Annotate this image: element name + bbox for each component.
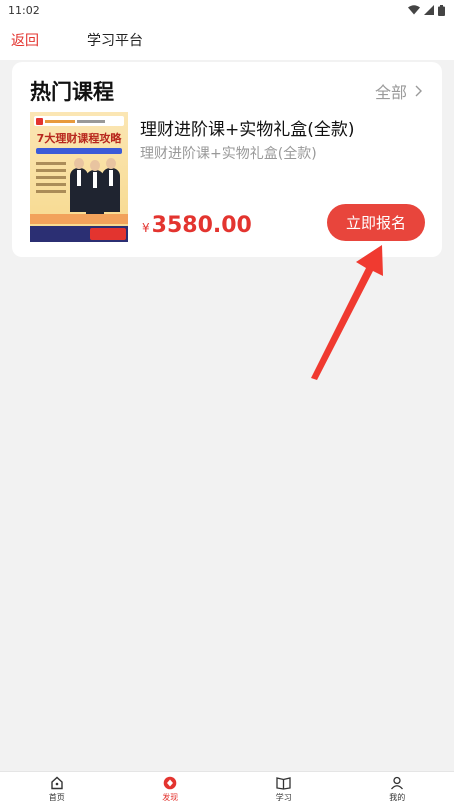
thumbnail-person xyxy=(102,158,120,212)
tab-label: 首页 xyxy=(48,793,65,802)
view-all-link[interactable]: 全部 xyxy=(375,79,422,103)
status-time: 11:02 xyxy=(8,3,40,17)
thumbnail-orange-strip xyxy=(30,214,128,224)
back-button[interactable]: 返回 xyxy=(11,30,39,50)
section-title: 热门课程 xyxy=(30,80,114,104)
tab-label: 学习 xyxy=(275,793,292,802)
course-thumbnail[interactable]: 7大理财课程攻略 xyxy=(30,112,128,242)
discover-icon xyxy=(163,776,177,790)
thumbnail-logo-strip xyxy=(34,116,124,126)
hot-courses-card: 热门课程 全部 7大理财课程攻略 理财进阶课+实物礼盒(全款) 理财进阶课+实物… xyxy=(12,62,442,257)
tab-study[interactable]: 学习 xyxy=(227,772,341,807)
book-icon xyxy=(276,777,291,790)
status-bar: 11:02 xyxy=(0,0,454,20)
thumbnail-consult-button xyxy=(90,228,126,240)
tab-discover[interactable]: 发现 xyxy=(114,772,228,807)
thumbnail-bullets xyxy=(36,162,66,197)
thumbnail-subbanner xyxy=(36,148,122,154)
page-title: 学习平台 xyxy=(87,33,143,49)
signup-button[interactable]: 立即报名 xyxy=(327,204,425,241)
battery-icon xyxy=(438,4,445,16)
currency-symbol: ¥ xyxy=(142,221,150,235)
tab-home[interactable]: 首页 xyxy=(0,772,114,807)
tab-label: 我的 xyxy=(389,793,406,802)
bottom-tab-bar: 首页 发现 学习 我的 xyxy=(0,771,454,807)
home-icon xyxy=(51,776,63,790)
signal-icon xyxy=(424,5,434,15)
thumbnail-headline: 7大理财课程攻略 xyxy=(36,132,122,145)
view-all-label: 全部 xyxy=(374,83,407,102)
status-icons xyxy=(408,4,445,16)
course-subtitle: 理财进阶课+实物礼盒(全款) xyxy=(140,146,317,162)
price-value: 3580.00 xyxy=(151,213,252,238)
course-title[interactable]: 理财进阶课+实物礼盒(全款) xyxy=(140,115,355,140)
wifi-icon xyxy=(408,5,420,15)
chevron-right-icon xyxy=(415,85,422,97)
tab-mine[interactable]: 我的 xyxy=(341,772,454,807)
user-icon xyxy=(391,776,404,790)
course-price: ¥ 3580.00 xyxy=(142,213,252,238)
tab-label: 发现 xyxy=(162,793,179,802)
top-nav-bar: 返回 学习平台 xyxy=(0,20,454,60)
